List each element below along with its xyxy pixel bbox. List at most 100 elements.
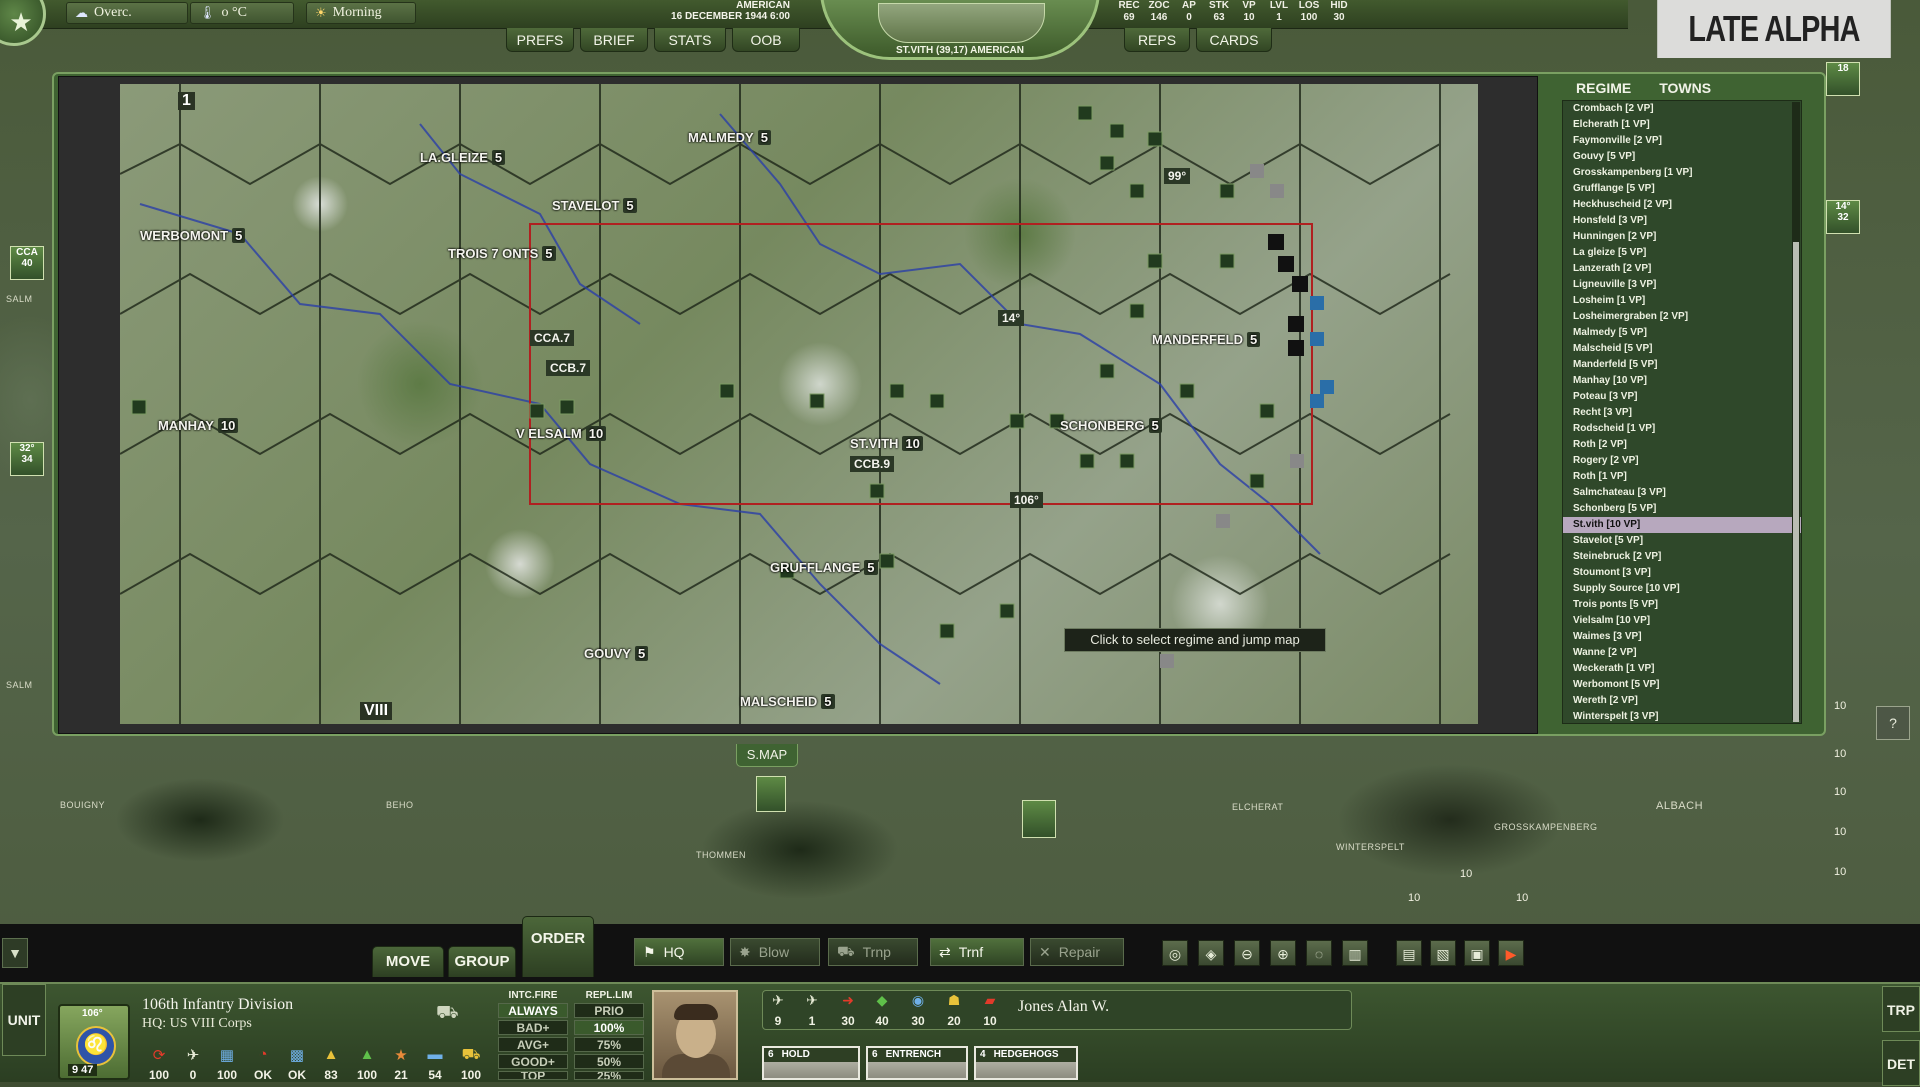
card-entrench[interactable]: 6 ENTRENCH: [866, 1046, 968, 1080]
town-list-item[interactable]: Losheimergraben [2 VP]: [1563, 309, 1801, 325]
towns-list[interactable]: Crombach [2 VP] Elcherath [1 VP] Faymonvil…: [1562, 100, 1802, 724]
town-list-item[interactable]: Elcherath [1 VP]: [1563, 117, 1801, 133]
nav-oob-button[interactable]: OOB: [732, 28, 800, 52]
minimap-unit-label[interactable]: CCB.7: [546, 360, 591, 376]
town-list-item[interactable]: St.vith [10 VP]: [1563, 517, 1801, 533]
det-button[interactable]: DET: [1882, 1040, 1920, 1086]
nav-stats-button[interactable]: STATS: [654, 28, 726, 52]
action-blow-button[interactable]: ✸ Blow: [730, 938, 820, 966]
minimap-town[interactable]: MANHAY 10: [158, 418, 239, 433]
action-repair-button[interactable]: ✕ Repair: [1030, 938, 1124, 966]
tab-regime[interactable]: REGIME: [1562, 78, 1645, 100]
town-list-item[interactable]: Rodscheid [1 VP]: [1563, 421, 1801, 437]
town-list-item[interactable]: Stavelot [5 VP]: [1563, 533, 1801, 549]
town-list-item[interactable]: Faymonville [2 VP]: [1563, 133, 1801, 149]
minimap-town[interactable]: TROIS 7 ONTS 5: [448, 246, 556, 261]
action-trnp-button[interactable]: ⛟ Trnp: [828, 938, 918, 966]
help-button[interactable]: ?: [1876, 706, 1910, 740]
minimap-unit-label[interactable]: 106°: [1010, 492, 1043, 508]
tab-order[interactable]: ORDER: [522, 916, 594, 977]
viewport-rectangle[interactable]: [529, 223, 1313, 505]
trp-button[interactable]: TRP: [1882, 986, 1920, 1032]
action-hq-button[interactable]: ⚑ HQ: [634, 938, 724, 966]
minimap-unit-label[interactable]: CCB.9: [850, 456, 895, 472]
save-icon[interactable]: ▣: [1464, 940, 1490, 966]
minimap-town[interactable]: V ELSALM 10: [516, 426, 607, 441]
action-trnf-button[interactable]: ⇄ Trnf: [930, 938, 1024, 966]
intc-fire-option[interactable]: TOP: [498, 1071, 568, 1080]
minimap-town[interactable]: STAVELOT 5: [552, 198, 637, 213]
tab-group[interactable]: GROUP: [448, 946, 516, 977]
town-list-item[interactable]: Salmchateau [3 VP]: [1563, 485, 1801, 501]
town-list-item[interactable]: Steinebruck [2 VP]: [1563, 549, 1801, 565]
town-list-item[interactable]: Lanzerath [2 VP]: [1563, 261, 1801, 277]
tab-towns[interactable]: TOWNS: [1645, 78, 1725, 100]
nav-reps-button[interactable]: REPS: [1124, 28, 1190, 52]
intc-fire-option[interactable]: ALWAYS: [498, 1003, 568, 1018]
towns-list-scroll-thumb[interactable]: [1793, 242, 1799, 722]
town-list-item[interactable]: Schonberg [5 VP]: [1563, 501, 1801, 517]
repl-lim-option[interactable]: 50%: [574, 1054, 644, 1069]
camera-icon[interactable]: ◎: [1162, 940, 1188, 966]
town-list-item[interactable]: Manderfeld [5 VP]: [1563, 357, 1801, 373]
nav-prefs-button[interactable]: PREFS: [506, 28, 574, 52]
town-list-item[interactable]: Wereth [2 VP]: [1563, 693, 1801, 709]
town-list-item[interactable]: Poteau [3 VP]: [1563, 389, 1801, 405]
nav-cards-button[interactable]: CARDS: [1196, 28, 1272, 52]
town-list-item[interactable]: Waimes [3 VP]: [1563, 629, 1801, 645]
minimap-town[interactable]: GRUFFLANGE 5: [770, 560, 878, 575]
town-list-item[interactable]: Roth [1 VP]: [1563, 469, 1801, 485]
town-list-item[interactable]: Hunningen [2 VP]: [1563, 229, 1801, 245]
town-list-item[interactable]: Heckhuscheid [2 VP]: [1563, 197, 1801, 213]
intc-fire-option[interactable]: GOOD+: [498, 1054, 568, 1069]
town-list-item[interactable]: Malmedy [5 VP]: [1563, 325, 1801, 341]
town-list-item[interactable]: Werbomont [5 VP]: [1563, 677, 1801, 693]
minimap-unit-label[interactable]: 99°: [1164, 168, 1191, 184]
zoom-reset-icon[interactable]: ◌: [1306, 940, 1332, 966]
town-list-item[interactable]: La gleize [5 VP]: [1563, 245, 1801, 261]
unit-counter[interactable]: CCA 40: [10, 246, 44, 280]
truck-icon[interactable]: ⛟: [436, 1002, 459, 1026]
repl-lim-option[interactable]: 25%: [574, 1071, 644, 1080]
town-list-item[interactable]: Stoumont [3 VP]: [1563, 565, 1801, 581]
hq-unit-counter[interactable]: [1022, 800, 1056, 838]
tab-move[interactable]: MOVE: [372, 946, 444, 977]
supply-overlay-icon[interactable]: ▥: [1342, 940, 1368, 966]
zoom-out-icon[interactable]: ⊖: [1234, 940, 1260, 966]
town-list-item[interactable]: Vielsalm [10 VP]: [1563, 613, 1801, 629]
town-list-item[interactable]: Wanne [2 VP]: [1563, 645, 1801, 661]
unit-badge[interactable]: 106° ♌ 9 47: [58, 1004, 130, 1080]
town-list-item[interactable]: Trois ponts [5 VP]: [1563, 597, 1801, 613]
unit-counter[interactable]: 14° 32: [1826, 200, 1860, 234]
minimap-town[interactable]: WERBOMONT 5: [140, 228, 246, 243]
repl-lim-option[interactable]: PRIO: [574, 1003, 644, 1018]
nav-brief-button[interactable]: BRIEF: [580, 28, 648, 52]
town-list-item[interactable]: Crombach [2 VP]: [1563, 101, 1801, 117]
minimap-town[interactable]: MANDERFELD 5: [1152, 332, 1261, 347]
town-list-item[interactable]: Winterspelt [3 VP]: [1563, 709, 1801, 723]
smap-toggle-button[interactable]: S.MAP: [736, 744, 798, 767]
minimap-town[interactable]: SCHONBERG 5: [1060, 418, 1162, 433]
card-hold[interactable]: 6 HOLD: [762, 1046, 860, 1080]
town-list-item[interactable]: Grosskampenberg [1 VP]: [1563, 165, 1801, 181]
repl-lim-option[interactable]: 100%: [574, 1020, 644, 1035]
unit-counter[interactable]: 32° 34: [10, 442, 44, 476]
unit-tab-button[interactable]: UNIT: [2, 984, 46, 1056]
card-hedgehogs[interactable]: 4 HEDGEHOGS: [974, 1046, 1078, 1080]
minimap-town[interactable]: MALSCHEID 5: [740, 694, 835, 709]
intc-fire-option[interactable]: AVG+: [498, 1037, 568, 1052]
leader-portrait[interactable]: [652, 990, 738, 1080]
town-list-item[interactable]: Malscheid [5 VP]: [1563, 341, 1801, 357]
minimap-town[interactable]: GOUVY 5: [584, 646, 649, 661]
intc-fire-option[interactable]: BAD+: [498, 1020, 568, 1035]
town-list-item[interactable]: Recht [3 VP]: [1563, 405, 1801, 421]
town-list-item[interactable]: Manhay [10 VP]: [1563, 373, 1801, 389]
town-list-item[interactable]: Roth [2 VP]: [1563, 437, 1801, 453]
zoom-in-icon[interactable]: ⊕: [1270, 940, 1296, 966]
town-list-item[interactable]: Honsfeld [3 VP]: [1563, 213, 1801, 229]
minimap-unit-label[interactable]: 14°: [998, 310, 1025, 326]
minimap-unit-label[interactable]: CCA.7: [530, 330, 575, 346]
hq-unit-counter[interactable]: [756, 776, 786, 812]
town-list-item[interactable]: Grufflange [5 VP]: [1563, 181, 1801, 197]
shield-icon[interactable]: ◈: [1198, 940, 1224, 966]
